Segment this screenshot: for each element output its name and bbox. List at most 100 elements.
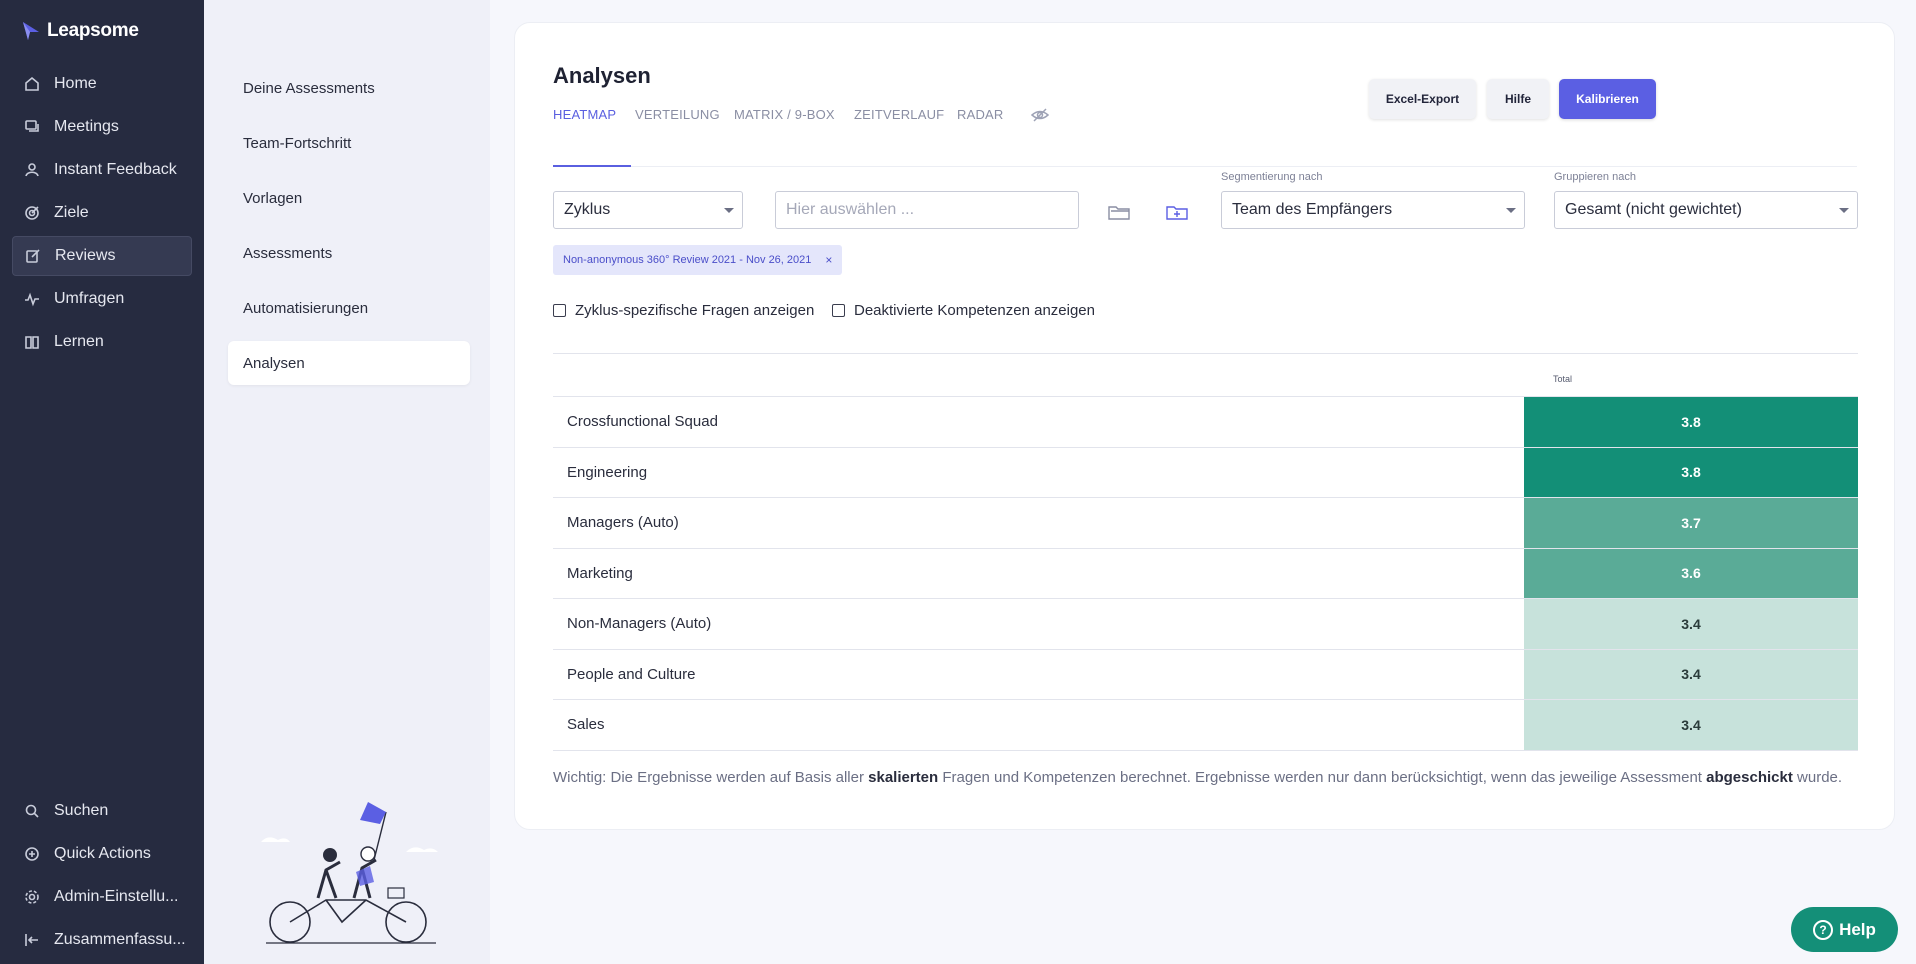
analysis-tabs: HEATMAP VERTEILUNG MATRIX / 9-BOX ZEITVE… xyxy=(553,107,1857,167)
edit-icon xyxy=(25,248,41,264)
group-select-value: Gesamt (nicht gewichtet) xyxy=(1565,201,1742,218)
tab-matrix-9-box[interactable]: MATRIX / 9-BOX xyxy=(734,107,835,167)
group-select[interactable]: Gesamt (nicht gewichtet) xyxy=(1554,191,1858,229)
gear-icon xyxy=(24,889,40,905)
folder-icon[interactable] xyxy=(1107,201,1131,223)
subnav-item-label: Team-Fortschritt xyxy=(243,134,352,152)
collapse-icon xyxy=(24,932,40,948)
heatmap-cell[interactable]: 3.8 xyxy=(1524,447,1858,497)
row-label: Non-Managers (Auto) xyxy=(567,615,712,633)
note-bold: abgeschickt xyxy=(1706,769,1793,786)
subnav-item-label: Analysen xyxy=(243,354,305,372)
reviews-subnavigation: Deine Assessments Team-Fortschritt Vorla… xyxy=(204,0,490,964)
nav-item-meetings[interactable]: Meetings xyxy=(12,107,192,147)
checkbox-label: Deaktivierte Kompetenzen anzeigen xyxy=(854,302,1095,319)
tab-heatmap[interactable]: HEATMAP xyxy=(553,107,631,167)
nav-item-quick-actions[interactable]: Quick Actions xyxy=(12,834,192,874)
search-icon xyxy=(24,803,40,819)
tab-verteilung[interactable]: VERTEILUNG xyxy=(635,107,720,167)
nav-item-admin-settings[interactable]: Admin-Einstellu... xyxy=(12,877,192,917)
hidden-tabs-eye-icon[interactable] xyxy=(1030,107,1051,128)
nav-item-reviews[interactable]: Reviews xyxy=(12,236,192,276)
column-header-total: Total xyxy=(1553,374,1573,384)
note-text: wurde. xyxy=(1792,769,1843,786)
heatmap-cell[interactable]: 3.4 xyxy=(1524,700,1858,750)
page-title: Analysen xyxy=(553,63,651,88)
note-text: Wichtig: Die Ergebnisse werden auf Basis… xyxy=(553,769,869,786)
cycle-questions-checkbox[interactable]: Zyklus-spezifische Fragen anzeigen xyxy=(553,302,814,319)
home-icon xyxy=(24,76,40,92)
main-navigation: Leapsome Home Meetings Instant Feedback … xyxy=(0,0,204,964)
subnav-item-vorlagen[interactable]: Vorlagen xyxy=(228,176,470,220)
heatmap-cell[interactable]: 3.4 xyxy=(1524,649,1858,699)
pulse-icon xyxy=(24,291,40,307)
table-row: Engineering 3.8 xyxy=(553,447,1858,498)
checkbox-box[interactable] xyxy=(553,304,566,317)
tab-zeitverlauf[interactable]: ZEITVERLAUF xyxy=(854,107,944,167)
question-icon: ? xyxy=(1813,919,1834,940)
leapsome-logo[interactable]: Leapsome xyxy=(21,20,139,42)
book-icon xyxy=(24,334,40,350)
subnav-item-analysen[interactable]: Analysen xyxy=(228,341,470,385)
analytics-card: Analysen Excel-Export Hilfe Kalibrieren … xyxy=(514,22,1895,830)
nav-item-label: Home xyxy=(54,75,97,92)
row-label: Managers (Auto) xyxy=(567,514,679,532)
disabled-competencies-checkbox[interactable]: Deaktivierte Kompetenzen anzeigen xyxy=(832,302,1095,319)
help-widget-label: Help xyxy=(1839,919,1876,939)
nav-item-instant-feedback[interactable]: Instant Feedback xyxy=(12,150,192,190)
nav-item-label: Ziele xyxy=(54,204,89,221)
checkbox-box[interactable] xyxy=(832,304,845,317)
subnav-item-deine-assessments[interactable]: Deine Assessments xyxy=(228,66,470,110)
segment-label: Segmentierung nach xyxy=(1221,171,1323,183)
cycle-select[interactable]: Zyklus xyxy=(553,191,743,229)
plus-circle-icon xyxy=(24,846,40,862)
chip-label: Non-anonymous 360° Review 2021 - Nov 26,… xyxy=(563,254,812,266)
row-label: Sales xyxy=(567,716,605,734)
nav-item-home[interactable]: Home xyxy=(12,64,192,104)
chevron-down-icon xyxy=(724,208,734,213)
table-body: Crossfunctional Squad 3.8 Engineering 3.… xyxy=(553,397,1858,751)
nav-item-label: Reviews xyxy=(55,247,116,264)
heatmap-cell[interactable]: 3.4 xyxy=(1524,599,1858,649)
row-label: Crossfunctional Squad xyxy=(567,413,718,431)
subnav-item-automatisierungen[interactable]: Automatisierungen xyxy=(228,286,470,330)
app-name: Leapsome xyxy=(47,20,139,41)
nav-item-label: Quick Actions xyxy=(54,845,151,862)
checkbox-label: Zyklus-spezifische Fragen anzeigen xyxy=(575,302,815,319)
tab-radar[interactable]: RADAR xyxy=(957,107,1004,167)
subnav-item-label: Assessments xyxy=(243,244,333,262)
table-row: Managers (Auto) 3.7 xyxy=(553,498,1858,549)
nav-item-label: Zusammenfassu... xyxy=(54,931,186,948)
group-label: Gruppieren nach xyxy=(1554,171,1636,183)
cycle-select-value: Zyklus xyxy=(564,201,611,218)
add-folder-icon[interactable] xyxy=(1165,201,1189,223)
heatmap-cell[interactable]: 3.7 xyxy=(1524,498,1858,548)
help-widget-button[interactable]: ? Help xyxy=(1791,907,1898,952)
nav-item-umfragen[interactable]: Umfragen xyxy=(12,279,192,319)
leapsome-logo-icon xyxy=(23,22,39,40)
subnav-item-assessments[interactable]: Assessments xyxy=(228,231,470,275)
heatmap-cell[interactable]: 3.6 xyxy=(1524,548,1858,598)
nav-item-suchen[interactable]: Suchen xyxy=(12,791,192,831)
chip-remove-icon[interactable]: × xyxy=(825,253,832,267)
table-row: Sales 3.4 xyxy=(553,700,1858,751)
table-row: Marketing 3.6 xyxy=(553,548,1858,599)
segment-select[interactable]: Team des Empfängers xyxy=(1221,191,1525,229)
subnav-item-team-fortschritt[interactable]: Team-Fortschritt xyxy=(228,121,470,165)
nav-item-label: Umfragen xyxy=(54,290,125,307)
tab-label: VERTEILUNG xyxy=(635,107,720,122)
heatmap-cell[interactable]: 3.8 xyxy=(1524,397,1858,447)
nav-item-lernen[interactable]: Lernen xyxy=(12,322,192,362)
nav-item-summary[interactable]: Zusammenfassu... xyxy=(12,920,192,960)
chat-icon xyxy=(24,119,40,135)
nav-item-ziele[interactable]: Ziele xyxy=(12,193,192,233)
selected-cycle-chip: Non-anonymous 360° Review 2021 - Nov 26,… xyxy=(553,245,843,275)
segment-select-value: Team des Empfängers xyxy=(1232,201,1393,218)
cycle-search-input[interactable] xyxy=(775,191,1079,229)
tab-label: MATRIX / 9-BOX xyxy=(734,107,835,122)
tab-label: ZEITVERLAUF xyxy=(854,107,945,122)
table-row: People and Culture 3.4 xyxy=(553,649,1858,700)
subnav-item-label: Deine Assessments xyxy=(243,79,375,97)
tab-label: HEATMAP xyxy=(553,107,617,122)
tandem-bicycle-illustration xyxy=(261,802,438,944)
